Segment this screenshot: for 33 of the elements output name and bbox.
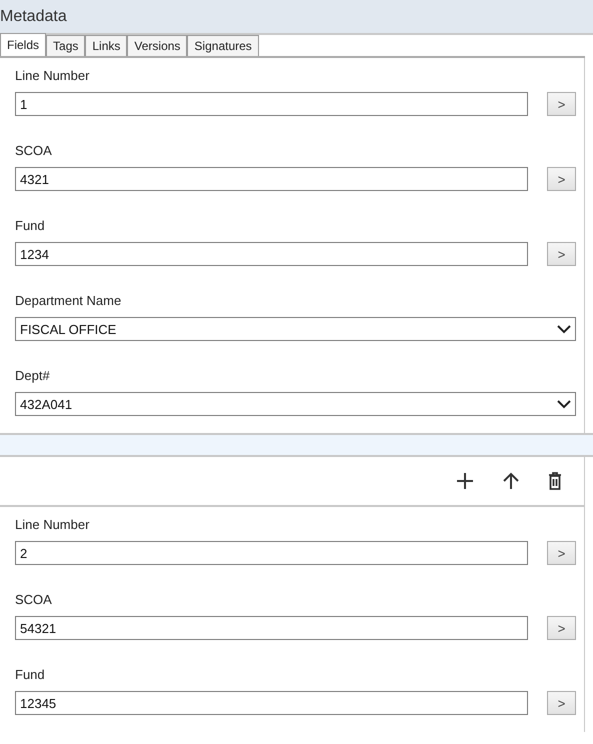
field-label: Dept# [15, 367, 51, 385]
field-label: Fund [15, 217, 46, 235]
lookup-button[interactable]: > [547, 616, 576, 640]
lookup-button[interactable]: > [547, 541, 576, 565]
dropdown-field[interactable]: FISCAL OFFICE [15, 317, 576, 341]
text-field[interactable]: 1 [15, 92, 528, 116]
lookup-button[interactable]: > [547, 92, 576, 116]
chevron-down-icon [557, 400, 571, 408]
text-field[interactable]: 2 [15, 541, 528, 565]
arrow-up-icon[interactable] [502, 472, 520, 490]
tab[interactable]: Links [85, 35, 128, 56]
lookup-button[interactable]: > [547, 167, 576, 191]
tab[interactable]: Fields [0, 33, 46, 56]
field-label: Fund [15, 666, 46, 684]
text-field[interactable]: 1234 [15, 242, 528, 266]
chevron-down-icon [557, 324, 571, 334]
lookup-button[interactable]: > [547, 242, 576, 266]
field-label: SCOA [15, 591, 53, 609]
add-icon[interactable] [456, 472, 474, 490]
text-field[interactable]: 4321 [15, 167, 528, 191]
field-label: Department Name [15, 292, 122, 310]
text-field[interactable]: 12345 [15, 691, 528, 715]
tab[interactable]: Tags [46, 35, 86, 56]
field-label: Line Number [15, 516, 90, 534]
tab[interactable]: Versions [127, 35, 188, 56]
dropdown-field[interactable]: 432A041 [15, 392, 576, 416]
field-label: Line Number [15, 67, 90, 85]
text-field[interactable]: 54321 [15, 616, 528, 640]
field-label: SCOA [15, 142, 53, 160]
lookup-button[interactable]: > [547, 691, 576, 715]
panel-title: Metadata [0, 8, 67, 26]
trash-icon[interactable] [548, 472, 562, 490]
tab[interactable]: Signatures [187, 35, 259, 56]
